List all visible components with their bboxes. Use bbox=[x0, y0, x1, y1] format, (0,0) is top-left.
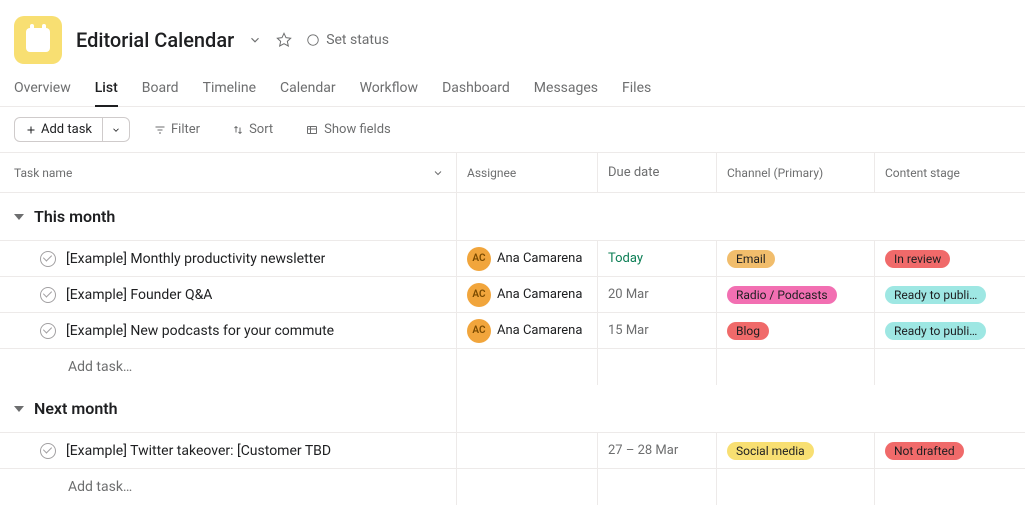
task-cell[interactable]: [Example] Founder Q&A bbox=[0, 277, 457, 312]
toolbar: Add task Filter Sort Show fields bbox=[0, 107, 1025, 152]
channel-pill: Social media bbox=[727, 442, 814, 460]
add-task-caret[interactable] bbox=[102, 118, 129, 141]
complete-toggle[interactable] bbox=[40, 251, 56, 267]
assignee-name: Ana Camarena bbox=[497, 251, 582, 266]
plus-icon bbox=[25, 124, 37, 136]
stage-pill: In review bbox=[885, 250, 950, 268]
assignee-cell[interactable]: AC Ana Camarena bbox=[457, 277, 598, 312]
set-status-button[interactable]: Set status bbox=[306, 32, 389, 48]
tab-calendar[interactable]: Calendar bbox=[280, 72, 336, 106]
tab-dashboard[interactable]: Dashboard bbox=[442, 72, 510, 106]
channel-cell[interactable]: Email bbox=[717, 241, 875, 276]
task-name[interactable]: [Example] Founder Q&A bbox=[66, 287, 212, 303]
table-row[interactable]: [Example] Monthly productivity newslette… bbox=[0, 241, 1025, 277]
show-fields-label: Show fields bbox=[324, 122, 391, 137]
filter-button[interactable]: Filter bbox=[146, 118, 208, 141]
sort-button[interactable]: Sort bbox=[224, 118, 281, 141]
due-date-cell[interactable]: 20 Mar bbox=[598, 277, 717, 312]
stage-cell[interactable]: Ready to publi… bbox=[875, 313, 1025, 348]
assignee-cell[interactable]: AC Ana Camarena bbox=[457, 313, 598, 348]
task-cell[interactable]: [Example] Twitter takeover: [Customer TB… bbox=[0, 433, 457, 468]
task-name[interactable]: [Example] Twitter takeover: [Customer TB… bbox=[66, 443, 331, 459]
column-header-assignee[interactable]: Assignee bbox=[457, 153, 598, 192]
column-header-due[interactable]: Due date bbox=[598, 153, 717, 192]
tab-board[interactable]: Board bbox=[142, 72, 179, 106]
add-task-label: Add task bbox=[41, 122, 92, 137]
channel-pill: Blog bbox=[727, 322, 769, 340]
channel-pill: Email bbox=[727, 250, 775, 268]
filter-icon bbox=[154, 124, 166, 136]
stage-cell[interactable]: Ready to publi… bbox=[875, 277, 1025, 312]
task-cell[interactable]: [Example] Monthly productivity newslette… bbox=[0, 241, 457, 276]
column-header-row: Task name Assignee Due date Channel (Pri… bbox=[0, 153, 1025, 193]
stage-pill: Not drafted bbox=[885, 442, 964, 460]
add-task-row[interactable]: Add task… bbox=[0, 469, 1025, 505]
section-header[interactable]: This month bbox=[0, 193, 1025, 241]
assignee-cell[interactable]: AC Ana Camarena bbox=[457, 241, 598, 276]
sort-label: Sort bbox=[249, 122, 273, 137]
assignee-cell[interactable] bbox=[457, 433, 598, 468]
circle-icon bbox=[306, 33, 320, 47]
task-name[interactable]: [Example] New podcasts for your commute bbox=[66, 323, 334, 339]
chevron-down-icon bbox=[111, 125, 121, 135]
due-date-cell[interactable]: Today bbox=[598, 241, 717, 276]
stage-pill: Ready to publi… bbox=[885, 286, 986, 304]
add-task-input[interactable]: Add task… bbox=[0, 349, 457, 385]
tab-list[interactable]: List bbox=[95, 72, 118, 106]
tabs: Overview List Board Timeline Calendar Workflo… bbox=[0, 72, 1025, 107]
sort-icon bbox=[232, 124, 244, 136]
table-row[interactable]: [Example] New podcasts for your commute A… bbox=[0, 313, 1025, 349]
column-header-stage[interactable]: Content stage bbox=[875, 153, 1025, 192]
tab-files[interactable]: Files bbox=[622, 72, 651, 106]
task-table: Task name Assignee Due date Channel (Pri… bbox=[0, 152, 1025, 505]
task-name[interactable]: [Example] Monthly productivity newslette… bbox=[66, 251, 325, 267]
complete-toggle[interactable] bbox=[40, 287, 56, 303]
column-header-channel[interactable]: Channel (Primary) bbox=[717, 153, 875, 192]
tab-overview[interactable]: Overview bbox=[14, 72, 71, 106]
section-name: Next month bbox=[34, 399, 118, 418]
complete-toggle[interactable] bbox=[40, 443, 56, 459]
tab-timeline[interactable]: Timeline bbox=[203, 72, 256, 106]
avatar: AC bbox=[467, 319, 491, 343]
task-cell[interactable]: [Example] New podcasts for your commute bbox=[0, 313, 457, 348]
filter-label: Filter bbox=[171, 122, 200, 137]
section-header[interactable]: Next month bbox=[0, 385, 1025, 433]
project-title[interactable]: Editorial Calendar bbox=[76, 28, 234, 52]
channel-cell[interactable]: Blog bbox=[717, 313, 875, 348]
complete-toggle[interactable] bbox=[40, 323, 56, 339]
add-task-row[interactable]: Add task… bbox=[0, 349, 1025, 385]
stage-cell[interactable]: Not drafted bbox=[875, 433, 1025, 468]
add-task-split-button: Add task bbox=[14, 117, 130, 142]
set-status-label: Set status bbox=[326, 32, 389, 48]
avatar: AC bbox=[467, 247, 491, 271]
chevron-down-icon[interactable] bbox=[248, 33, 262, 47]
stage-cell[interactable]: In review bbox=[875, 241, 1025, 276]
tab-workflow[interactable]: Workflow bbox=[360, 72, 419, 106]
channel-pill: Radio / Podcasts bbox=[727, 286, 837, 304]
tab-messages[interactable]: Messages bbox=[534, 72, 598, 106]
table-row[interactable]: [Example] Founder Q&A AC Ana Camarena 20 Ma… bbox=[0, 277, 1025, 313]
chevron-down-icon[interactable] bbox=[432, 167, 444, 179]
collapse-icon[interactable] bbox=[14, 214, 24, 220]
table-row[interactable]: [Example] Twitter takeover: [Customer TB… bbox=[0, 433, 1025, 469]
due-date-cell[interactable]: 27 – 28 Mar bbox=[598, 433, 717, 468]
avatar: AC bbox=[467, 283, 491, 307]
fields-icon bbox=[305, 124, 319, 136]
channel-cell[interactable]: Social media bbox=[717, 433, 875, 468]
channel-cell[interactable]: Radio / Podcasts bbox=[717, 277, 875, 312]
project-header: Editorial Calendar Set status bbox=[0, 0, 1025, 72]
add-task-input[interactable]: Add task… bbox=[0, 469, 457, 505]
section-name: This month bbox=[34, 207, 115, 226]
column-header-task[interactable]: Task name bbox=[0, 153, 457, 192]
assignee-name: Ana Camarena bbox=[497, 287, 582, 302]
stage-pill: Ready to publi… bbox=[885, 322, 986, 340]
star-icon[interactable] bbox=[276, 32, 292, 48]
project-icon bbox=[14, 16, 62, 64]
collapse-icon[interactable] bbox=[14, 406, 24, 412]
add-task-button[interactable]: Add task bbox=[15, 118, 102, 141]
show-fields-button[interactable]: Show fields bbox=[297, 118, 399, 141]
due-date-cell[interactable]: 15 Mar bbox=[598, 313, 717, 348]
assignee-name: Ana Camarena bbox=[497, 323, 582, 338]
